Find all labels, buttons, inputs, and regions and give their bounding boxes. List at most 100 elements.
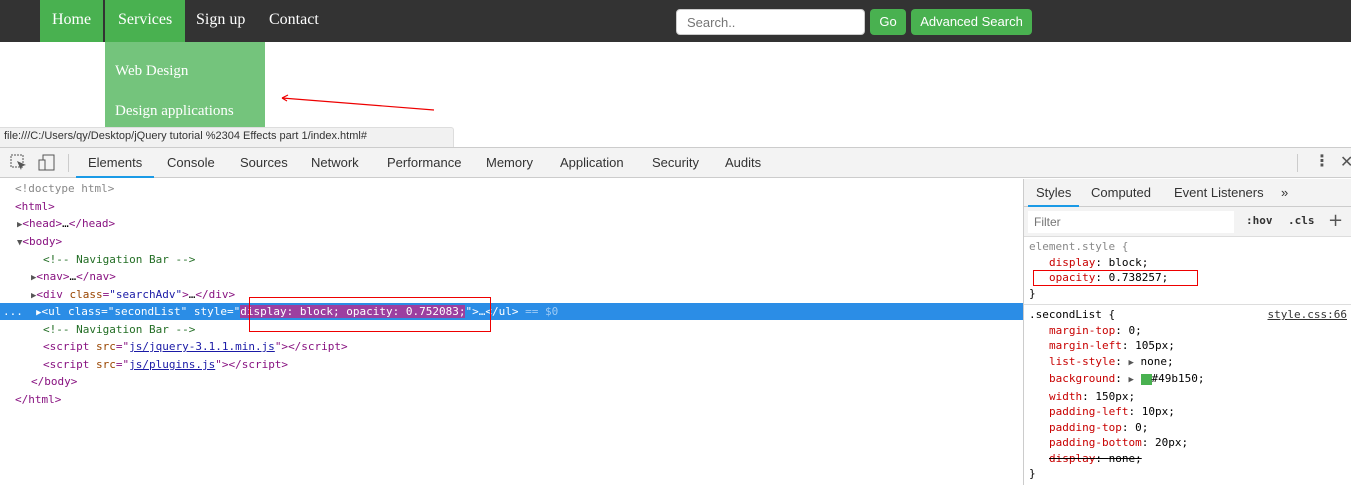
dom-line[interactable]: <script src="js/plugins.js"></script> xyxy=(0,356,1023,373)
script-close: </script> xyxy=(288,340,348,353)
dom-line[interactable]: ▼<body> xyxy=(0,233,1023,250)
dollar-zero: == $0 xyxy=(525,305,559,318)
style-property[interactable]: background: ▶ #49b150; xyxy=(1029,371,1346,389)
nav-home[interactable]: Home xyxy=(40,0,104,42)
dropdown-item-web-design[interactable]: Web Design xyxy=(115,63,188,80)
styles-sidebar: Styles Computed Event Listeners » :hov .… xyxy=(1023,179,1351,485)
head-tag: <head> xyxy=(22,217,63,230)
style-property[interactable]: margin-left: 105px; xyxy=(1029,338,1346,354)
color-swatch[interactable] xyxy=(1140,373,1152,385)
doctype: <!doctype html> xyxy=(15,182,115,195)
script-close: </script> xyxy=(228,358,289,371)
script-tag: <script xyxy=(43,358,96,371)
tab-audits[interactable]: Audits xyxy=(725,148,761,178)
div-tag: <div xyxy=(36,288,70,301)
more-tabs-icon[interactable]: » xyxy=(1281,179,1288,207)
tab-network[interactable]: Network xyxy=(311,148,359,178)
script-link[interactable]: js/jquery-3.1.1.min.js xyxy=(129,340,275,353)
tab-application[interactable]: Application xyxy=(560,148,624,178)
devtools-toolbar: Elements Console Sources Network Perform… xyxy=(0,147,1351,178)
ellipsis-menu[interactable]: ... xyxy=(3,305,23,318)
rule-selector: element.style { xyxy=(1029,240,1129,253)
tab-elements[interactable]: Elements xyxy=(76,148,155,178)
style-property[interactable]: padding-top: 0; xyxy=(1029,420,1346,436)
red-arrow-annotation xyxy=(281,94,435,111)
nav-signup[interactable]: Sign up xyxy=(184,0,257,42)
tab-computed[interactable]: Computed xyxy=(1091,179,1151,207)
tab-memory[interactable]: Memory xyxy=(486,148,533,178)
body-close: </body> xyxy=(31,375,78,388)
nav-close: </nav> xyxy=(76,270,116,283)
source-link[interactable]: style.css:66 xyxy=(1268,307,1347,323)
tab-performance[interactable]: Performance xyxy=(387,148,461,178)
nav-services[interactable]: Services xyxy=(105,0,186,42)
status-bar-url: file:///C:/Users/qy/Desktop/jQuery tutor… xyxy=(0,127,454,147)
close-brace: } xyxy=(1029,467,1036,480)
new-rule-plus-icon[interactable]: + xyxy=(1328,210,1343,231)
dom-line[interactable]: ▶<nav>…</nav> xyxy=(0,268,1023,285)
dropdown-item-design-applications[interactable]: Design applications xyxy=(115,103,234,120)
body-tag: <body> xyxy=(22,235,63,248)
script-link[interactable]: js/plugins.js xyxy=(129,358,215,371)
nav-contact[interactable]: Contact xyxy=(257,0,331,42)
style-property[interactable]: padding-left: 10px; xyxy=(1029,404,1346,420)
go-button[interactable]: Go xyxy=(870,9,906,35)
attr-value: "searchAdv" xyxy=(109,288,183,301)
ul-tag: <ul xyxy=(41,305,69,318)
attr-name: class xyxy=(69,288,103,301)
style-property[interactable]: width: 150px; xyxy=(1029,389,1346,405)
dom-line[interactable]: </body> xyxy=(0,373,1023,390)
divider xyxy=(1297,154,1298,172)
expand-triangle-icon[interactable]: ▶ xyxy=(1128,358,1133,368)
attr-name: src xyxy=(95,358,116,371)
comment: <!-- Navigation Bar --> xyxy=(43,253,196,266)
dom-line[interactable]: <!-- Navigation Bar --> xyxy=(0,251,1023,268)
dom-line[interactable]: <!doctype html> xyxy=(0,180,1023,197)
div-close: </div> xyxy=(195,288,236,301)
expand-triangle-icon[interactable]: ▶ xyxy=(1128,375,1133,385)
secondlist-rule: .secondList { style.css:66 margin-top: 0;… xyxy=(1024,305,1351,484)
comment: <!-- Navigation Bar --> xyxy=(43,323,196,336)
style-property[interactable]: margin-top: 0; xyxy=(1029,323,1346,339)
hov-toggle[interactable]: :hov xyxy=(1246,214,1273,227)
script-tag: <script xyxy=(43,340,96,353)
styles-filter-input[interactable] xyxy=(1028,211,1234,233)
attr-name: src xyxy=(95,340,116,353)
attr-name: class xyxy=(68,305,102,318)
style-property[interactable]: list-style: ▶ none; xyxy=(1029,354,1346,372)
tab-event-listeners[interactable]: Event Listeners xyxy=(1174,179,1264,207)
tab-styles[interactable]: Styles xyxy=(1028,179,1080,207)
close-brace: } xyxy=(1029,286,1036,300)
device-toolbar-icon[interactable] xyxy=(38,154,56,172)
more-options-icon[interactable]: ⋮ xyxy=(1314,151,1330,170)
attr-value: "secondList" xyxy=(107,305,188,318)
red-highlight-box xyxy=(1033,270,1198,286)
dom-line[interactable]: <!-- Navigation Bar --> xyxy=(0,321,1023,338)
style-property[interactable]: display: none; xyxy=(1029,451,1346,467)
red-highlight-box xyxy=(249,297,491,332)
style-property[interactable]: display: block; xyxy=(1029,255,1346,271)
dom-line[interactable]: ▶<div class="searchAdv">…</div> xyxy=(0,286,1023,303)
attr-name: style xyxy=(193,305,228,318)
inspect-element-icon[interactable] xyxy=(10,154,28,172)
search-input[interactable] xyxy=(676,9,865,35)
dom-line[interactable]: </html> xyxy=(0,391,1023,408)
close-devtools-icon[interactable]: ✕ xyxy=(1340,152,1351,171)
tab-sources[interactable]: Sources xyxy=(240,148,288,178)
rule-selector: .secondList { xyxy=(1029,308,1116,321)
head-close: </head> xyxy=(68,217,116,230)
dom-line[interactable]: <html> xyxy=(0,198,1023,215)
element-style-rule: element.style { display: block; opacity:… xyxy=(1024,237,1351,305)
dom-line-selected[interactable]: ... ▶<ul class="secondList" style="displ… xyxy=(0,303,1023,320)
advanced-search-button[interactable]: Advanced Search xyxy=(911,9,1032,35)
nav-tag: <nav> xyxy=(36,270,70,283)
divider xyxy=(68,154,69,172)
cls-toggle[interactable]: .cls xyxy=(1288,214,1315,227)
style-property[interactable]: padding-bottom: 20px; xyxy=(1029,435,1346,451)
html-tag: <html> xyxy=(15,200,55,213)
dom-line[interactable]: ▶<head>…</head> xyxy=(0,215,1023,232)
tab-security[interactable]: Security xyxy=(652,148,699,178)
services-dropdown: Web Design Design applications xyxy=(105,42,265,128)
tab-console[interactable]: Console xyxy=(167,148,215,178)
dom-line[interactable]: <script src="js/jquery-3.1.1.min.js"></s… xyxy=(0,338,1023,355)
